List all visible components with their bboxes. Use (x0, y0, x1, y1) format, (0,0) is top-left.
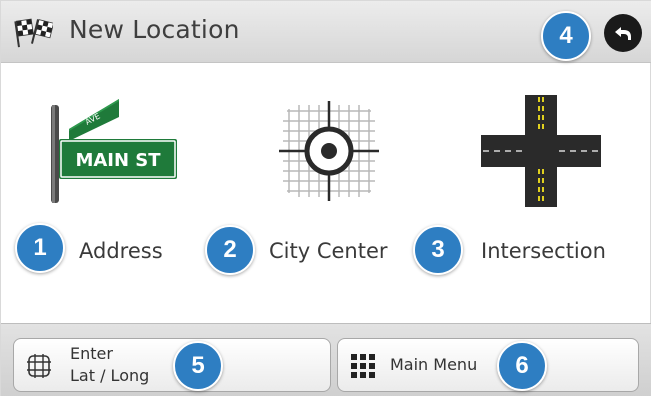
grid-menu-icon (351, 354, 375, 378)
bottom-bar: Enter Lat / Long Main Menu (1, 323, 651, 396)
screen: New Location AVE MAIN ST Address 1 City … (0, 0, 651, 396)
globe-grid-icon (27, 354, 51, 378)
road-intersection-icon (481, 95, 601, 207)
callout-marker-3: 3 (413, 225, 463, 275)
street-sign-icon: AVE MAIN ST (51, 99, 177, 203)
callout-marker-4: 4 (541, 11, 591, 61)
enter-label: Enter (70, 344, 113, 363)
lat-long-label: Lat / Long (70, 366, 150, 385)
callout-marker-6: 6 (497, 341, 547, 391)
sign-text: MAIN ST (75, 150, 161, 171)
crosshair-map-icon (279, 101, 379, 201)
enter-lat-long-button[interactable]: Enter Lat / Long (13, 338, 331, 392)
callout-marker-5: 5 (173, 341, 223, 391)
callout-marker-2: 2 (205, 225, 255, 275)
callout-marker-1: 1 (15, 223, 65, 273)
page-title: New Location (69, 15, 240, 44)
checkered-flag-icon (14, 18, 53, 48)
address-label: Address (79, 239, 163, 263)
city-center-label: City Center (269, 239, 388, 263)
main-menu-label: Main Menu (390, 355, 478, 374)
main-menu-button[interactable]: Main Menu (337, 338, 639, 392)
intersection-label: Intersection (481, 239, 606, 263)
back-button[interactable] (604, 14, 642, 52)
back-arrow-icon (615, 27, 631, 40)
